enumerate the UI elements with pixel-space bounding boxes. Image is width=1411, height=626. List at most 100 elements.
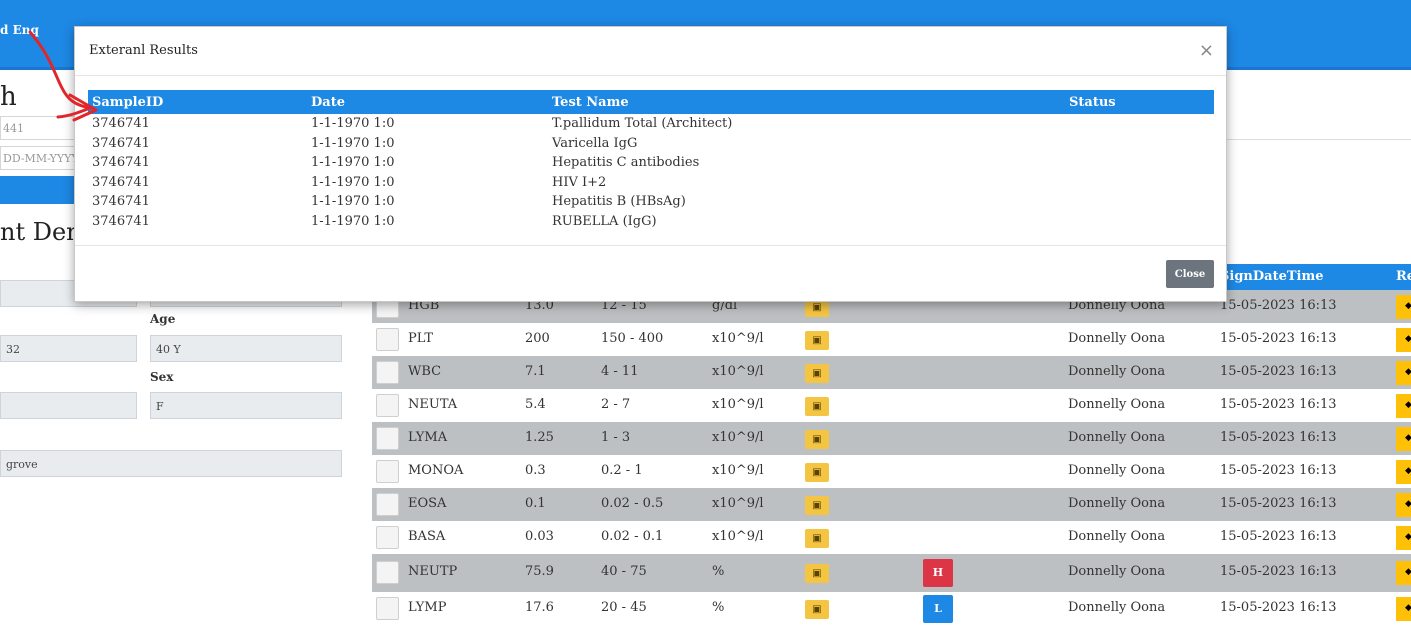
cell-test: PLT (408, 331, 433, 346)
clipboard-icon[interactable]: ▣ (805, 364, 829, 383)
cell-value: 75.9 (525, 564, 554, 579)
close-button[interactable]: Close (1166, 260, 1214, 288)
cell-datetime: 15-05-2023 16:13 (1220, 564, 1337, 579)
external-result-row[interactable]: 3746741 1-1-1970 1:0 HIV I+2 (88, 173, 1214, 193)
cell-test: LYMP (408, 600, 447, 615)
column-header-sampleid: SampleID (88, 90, 307, 114)
cell-range: 0.02 - 0.5 (601, 496, 664, 511)
cell-date: 1-1-1970 1:0 (311, 116, 395, 132)
cell-date: 1-1-1970 1:0 (311, 135, 395, 151)
sex-value: F (156, 400, 164, 413)
address-field[interactable]: grove (0, 450, 342, 477)
cell-sampleid: 3746741 (92, 116, 150, 132)
close-icon[interactable]: × (1199, 40, 1214, 61)
cell-test-name: HIV I+2 (552, 174, 607, 190)
cell-status (1065, 173, 1214, 193)
cell-test: NEUTA (408, 397, 458, 412)
cell-test-name: Varicella IgG (552, 135, 638, 151)
external-result-row[interactable]: 3746741 1-1-1970 1:0 Varicella IgG (88, 134, 1214, 154)
age-value: 40 Y (156, 343, 181, 356)
result-row[interactable]: LYMP 17.6 20 - 45% Donnelly Oona 15-05-2023 … (372, 592, 1411, 626)
cell-value: 0.3 (525, 463, 546, 478)
row-action-button[interactable]: ◆ (1396, 561, 1411, 585)
column-header-test-name: Test Name (548, 90, 1065, 114)
row-checkbox[interactable] (376, 526, 399, 549)
cell-user: Donnelly Oona (1068, 564, 1166, 579)
row-checkbox[interactable] (376, 427, 399, 450)
result-row[interactable]: MONOA 0.3 0.2 - 1 x10^9/l Donnelly Oona 15-05… (372, 455, 1411, 488)
result-row[interactable]: WBC 7.1 4 - 11 x10^9/l Donnelly Oona 15-05-20… (372, 356, 1411, 389)
cell-sampleid: 3746741 (92, 213, 150, 229)
cell-user: Donnelly Oona (1068, 600, 1166, 615)
row-checkbox[interactable] (376, 561, 399, 584)
cell-user: Donnelly Oona (1068, 529, 1166, 544)
row-action-button[interactable]: ◆ (1396, 460, 1411, 484)
row-action-button[interactable]: ◆ (1396, 526, 1411, 550)
row-checkbox[interactable] (376, 460, 399, 483)
cell-value: 0.03 (525, 529, 554, 544)
row-action-button[interactable]: ◆ (1396, 427, 1411, 451)
column-header-date: Date (307, 90, 548, 114)
cell-datetime: 15-05-2023 16:13 (1220, 529, 1337, 544)
row-action-button[interactable]: ◆ (1396, 493, 1411, 517)
result-row[interactable]: PLT 200 150 - 400 x10^9/l Donnelly Oona 15-05… (372, 323, 1411, 356)
external-result-row[interactable]: 3746741 1-1-1970 1:0 T.pallidum Total (Arc… (88, 114, 1214, 134)
external-result-row[interactable]: 3746741 1-1-1970 1:0 RUBELLA (IgG) (88, 212, 1214, 232)
cell-user: Donnelly Oona (1068, 463, 1166, 478)
cell-test-name: T.pallidum Total (Architect) (552, 116, 733, 132)
sex-label: Sex (150, 370, 174, 384)
result-row[interactable]: NEUTA 5.4 2 - 7 x10^9/l Donnelly Oona 15-05-2… (372, 389, 1411, 422)
cell-status (1065, 114, 1214, 134)
cell-unit: x10^9/l (712, 529, 764, 544)
external-results-body: 3746741 1-1-1970 1:0 T.pallidum Total (Arc… (88, 114, 1214, 231)
row-checkbox[interactable] (376, 394, 399, 417)
nav-item-enquiry[interactable]: d Enq (0, 23, 39, 37)
row-action-button[interactable]: ◆ (1396, 394, 1411, 418)
cell-test-name: RUBELLA (IgG) (552, 213, 657, 229)
sex-field[interactable]: F (150, 392, 342, 419)
external-result-row[interactable]: 3746741 1-1-1970 1:0 Hepatitis C antibodie… (88, 153, 1214, 173)
clipboard-icon[interactable]: ▣ (805, 564, 829, 583)
cell-value: 0.1 (525, 496, 546, 511)
age-field[interactable]: 40 Y (150, 335, 342, 362)
cell-range: 1 - 3 (601, 430, 631, 445)
result-row[interactable]: EOSA 0.1 0.02 - 0.5 x10^9/l Donnelly Oona 15-… (372, 488, 1411, 521)
cell-status (1065, 212, 1214, 232)
result-row[interactable]: NEUTP 75.9 40 - 75% Donnelly Oona 15-05-2023… (372, 554, 1411, 592)
row-checkbox[interactable] (376, 493, 399, 516)
row-action-button[interactable]: ◆ (1396, 361, 1411, 385)
clipboard-icon[interactable]: ▣ (805, 600, 829, 619)
result-row[interactable]: BASA 0.03 0.02 - 0.1 x10^9/l Donnelly Oona 15… (372, 521, 1411, 554)
cell-user: Donnelly Oona (1068, 397, 1166, 412)
row-checkbox[interactable] (376, 597, 399, 620)
clipboard-icon[interactable]: ▣ (805, 430, 829, 449)
cell-datetime: 15-05-2023 16:13 (1220, 496, 1337, 511)
column-header-status: Status (1065, 90, 1214, 114)
address-value: grove (6, 458, 38, 471)
cell-range: 20 - 45 (601, 600, 647, 615)
clipboard-icon[interactable]: ▣ (805, 331, 829, 350)
row-action-button[interactable]: ◆ (1396, 597, 1411, 621)
dob-field[interactable]: 32 (0, 335, 137, 362)
date-field-placeholder: DD-MM-YYYY (3, 152, 79, 165)
clipboard-icon[interactable]: ▣ (805, 397, 829, 416)
row-checkbox[interactable] (376, 328, 399, 351)
external-result-row[interactable]: 3746741 1-1-1970 1:0 Hepatitis B (HBsAg) (88, 192, 1214, 212)
result-row[interactable]: LYMA 1.25 1 - 3 x10^9/l Donnelly Oona 15-05-2… (372, 422, 1411, 455)
row-action-button[interactable]: ◆ (1396, 328, 1411, 352)
date-field[interactable]: DD-MM-YYYY (0, 146, 80, 170)
demographic-field-3[interactable] (0, 392, 137, 419)
cell-range: 0.02 - 0.1 (601, 529, 664, 544)
cell-unit: x10^9/l (712, 331, 764, 346)
clipboard-icon[interactable]: ▣ (805, 463, 829, 482)
cell-datetime: 15-05-2023 16:13 (1220, 331, 1337, 346)
cell-range: 40 - 75 (601, 564, 647, 579)
row-checkbox[interactable] (376, 361, 399, 384)
header-result-edge: Re (1396, 269, 1411, 284)
cell-user: Donnelly Oona (1068, 364, 1166, 379)
clipboard-icon[interactable]: ▣ (805, 496, 829, 515)
external-results-table: SampleID Date Test Name Status 3746741 1-… (88, 90, 1214, 231)
clipboard-icon[interactable]: ▣ (805, 529, 829, 548)
cell-datetime: 15-05-2023 16:13 (1220, 298, 1337, 313)
row-action-button[interactable]: ◆ (1396, 295, 1411, 319)
